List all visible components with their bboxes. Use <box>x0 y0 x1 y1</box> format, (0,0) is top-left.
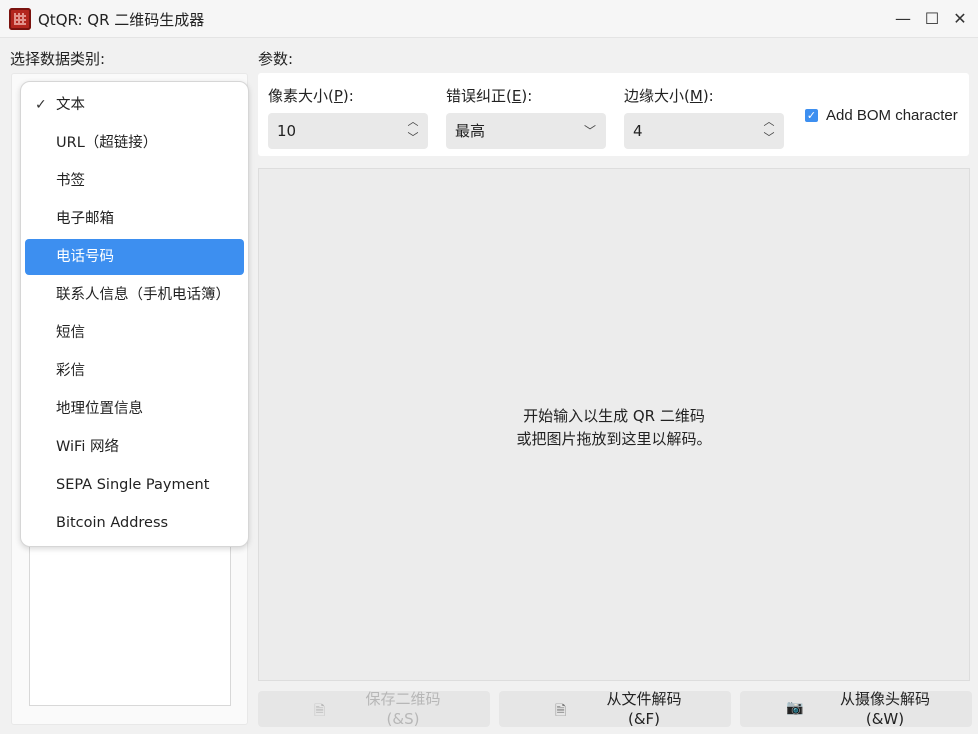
app-logo-icon <box>9 8 31 30</box>
decode-from-camera-button[interactable]: 📷 从摄像头解码 (&W) <box>740 690 972 728</box>
add-bom-label[interactable]: Add BOM character <box>826 107 958 124</box>
data-type-option[interactable]: 联系人信息（手机电话簿） <box>25 277 244 313</box>
pixel-size-value: 10 <box>277 122 297 140</box>
error-correction-select[interactable]: 最高 ﹀ <box>446 113 606 149</box>
chevron-up-icon[interactable]: ︿ <box>762 114 776 130</box>
data-type-label: 选择数据类别: <box>10 50 106 68</box>
error-correction-label: 错误纠正(E): <box>446 87 533 105</box>
margin-size-value: 4 <box>633 122 643 140</box>
decode-from-camera-label: 从摄像头解码 (&W) <box>839 690 930 728</box>
preview-hint-line2: 或把图片拖放到这里以解码。 <box>516 430 712 448</box>
option-label: 地理位置信息 <box>56 401 143 417</box>
maximize-button[interactable]: ☐ <box>919 6 945 32</box>
minimize-icon: — <box>895 9 911 28</box>
decode-from-file-label: 从文件解码 (&F) <box>606 690 682 728</box>
option-label: 电话号码 <box>56 249 114 265</box>
check-icon: ✓ <box>806 109 817 122</box>
params-panel: 像素大小(P): 10 ︿ ﹀ 错误纠正(E): 最高 ﹀ 边缘大小(M): 4… <box>258 73 969 156</box>
window-title: QtQR: QR 二维码生成器 <box>38 11 205 29</box>
decode-from-file-button[interactable]: 🗎 从文件解码 (&F) <box>499 690 731 728</box>
add-bom-checkbox[interactable]: ✓ <box>805 109 818 122</box>
data-type-option[interactable]: URL（超链接） <box>25 125 244 161</box>
option-label: URL（超链接） <box>56 135 158 151</box>
qr-preview-drop-area[interactable]: 开始输入以生成 QR 二维码 或把图片拖放到这里以解码。 <box>258 168 970 681</box>
close-icon: ✕ <box>953 9 967 28</box>
data-type-option[interactable]: Bitcoin Address <box>25 505 244 541</box>
data-type-option[interactable]: 地理位置信息 <box>25 391 244 427</box>
data-type-option[interactable]: 书签 <box>25 163 244 199</box>
chevron-down-icon: ﹀ <box>583 124 596 138</box>
option-label: SEPA Single Payment <box>56 477 210 493</box>
option-label: 彩信 <box>56 363 85 379</box>
data-type-option[interactable]: SEPA Single Payment <box>25 467 244 503</box>
save-qr-label: 保存二维码 (&S) <box>365 690 441 728</box>
chevron-up-icon[interactable]: ︿ <box>406 114 420 130</box>
app-window: QtQR: QR 二维码生成器 — ☐ ✕ 选择数据类别: 参数: ✓ 文本 U… <box>0 0 978 734</box>
data-type-option[interactable]: 短信 <box>25 315 244 351</box>
option-label: Bitcoin Address <box>56 515 169 531</box>
option-label: 电子邮箱 <box>56 211 114 227</box>
maximize-icon: ☐ <box>924 9 940 28</box>
chevron-down-icon[interactable]: ﹀ <box>406 130 420 146</box>
checkmark-icon: ✓ <box>35 97 47 113</box>
data-type-option-selected[interactable]: 电话号码 <box>25 239 244 275</box>
close-button[interactable]: ✕ <box>947 6 973 32</box>
margin-size-spinbox[interactable]: 4 ︿ ﹀ <box>624 113 784 149</box>
title-bar: QtQR: QR 二维码生成器 — ☐ ✕ <box>0 0 978 38</box>
minimize-button[interactable]: — <box>890 6 916 32</box>
margin-size-label: 边缘大小(M): <box>624 87 714 105</box>
pixel-size-label: 像素大小(P): <box>268 87 354 105</box>
option-label: 短信 <box>56 325 85 341</box>
spin-arrows[interactable]: ︿ ﹀ <box>406 114 420 148</box>
data-type-option[interactable]: 彩信 <box>25 353 244 389</box>
option-label: 文本 <box>56 97 85 113</box>
data-type-dropdown-list[interactable]: ✓ 文本 URL（超链接） 书签 电子邮箱 电话号码 联系人信息（手机电话簿） … <box>20 81 249 547</box>
preview-hint-line1: 开始输入以生成 QR 二维码 <box>523 407 705 425</box>
option-label: WiFi 网络 <box>56 439 119 455</box>
spin-arrows[interactable]: ︿ ﹀ <box>762 114 776 148</box>
option-label: 联系人信息（手机电话簿） <box>56 287 230 303</box>
params-label: 参数: <box>258 50 294 68</box>
data-type-option[interactable]: 电子邮箱 <box>25 201 244 237</box>
data-type-option[interactable]: WiFi 网络 <box>25 429 244 465</box>
chevron-down-icon[interactable]: ﹀ <box>762 130 776 146</box>
save-qr-button[interactable]: 🗎 保存二维码 (&S) <box>258 690 490 728</box>
error-correction-value: 最高 <box>455 122 486 140</box>
data-type-option[interactable]: ✓ 文本 <box>25 87 244 123</box>
data-fields-area <box>29 544 231 706</box>
pixel-size-spinbox[interactable]: 10 ︿ ﹀ <box>268 113 428 149</box>
option-label: 书签 <box>56 173 85 189</box>
